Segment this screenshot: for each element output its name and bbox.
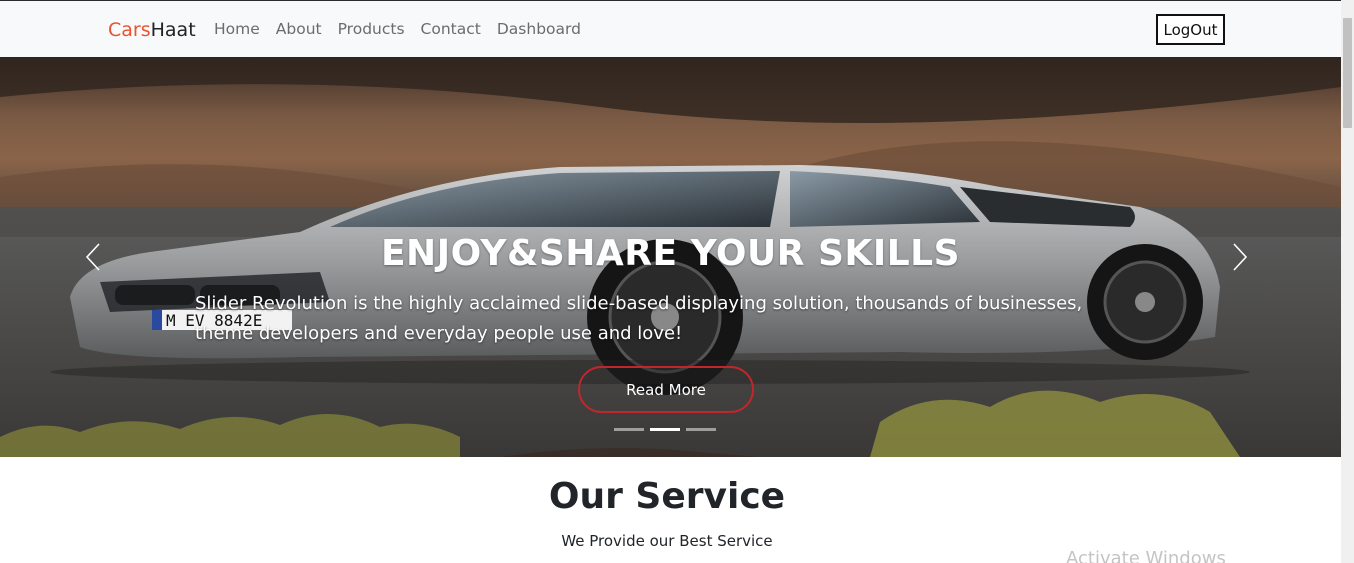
brand-part-cars: Cars <box>108 19 151 41</box>
activate-windows-watermark: Activate Windows <box>1066 548 1226 563</box>
carousel-indicator-1[interactable] <box>614 428 644 431</box>
scrollbar-thumb[interactable] <box>1343 18 1352 128</box>
nav-link-dashboard[interactable]: Dashboard <box>497 20 581 38</box>
nav-link-about[interactable]: About <box>276 20 322 38</box>
logout-button[interactable]: LogOut <box>1156 14 1225 45</box>
nav-links: Home About Products Contact Dashboard <box>214 20 597 38</box>
nav-link-products[interactable]: Products <box>338 20 405 38</box>
nav-link-home[interactable]: Home <box>214 20 260 38</box>
hero-description: Slider Revolution is the highly acclaime… <box>195 293 1083 344</box>
carousel-indicator-2[interactable] <box>650 428 680 431</box>
hero-title: ENJOY&SHARE YOUR SKILLS <box>380 233 961 274</box>
hero-slider: M EV 8842E ENJOY&SHARE YOUR SKILLS Slide… <box>0 57 1341 457</box>
read-more-button[interactable]: Read More <box>578 366 754 413</box>
navbar: CarsHaat Home About Products Contact Das… <box>0 1 1341 57</box>
section-title: Our Service <box>548 476 786 517</box>
brand-part-haat: Haat <box>150 19 196 41</box>
carousel-indicator-3[interactable] <box>686 428 716 431</box>
brand-logo[interactable]: CarsHaat <box>108 19 196 41</box>
nav-link-contact[interactable]: Contact <box>421 20 481 38</box>
carousel-indicators <box>614 428 716 431</box>
